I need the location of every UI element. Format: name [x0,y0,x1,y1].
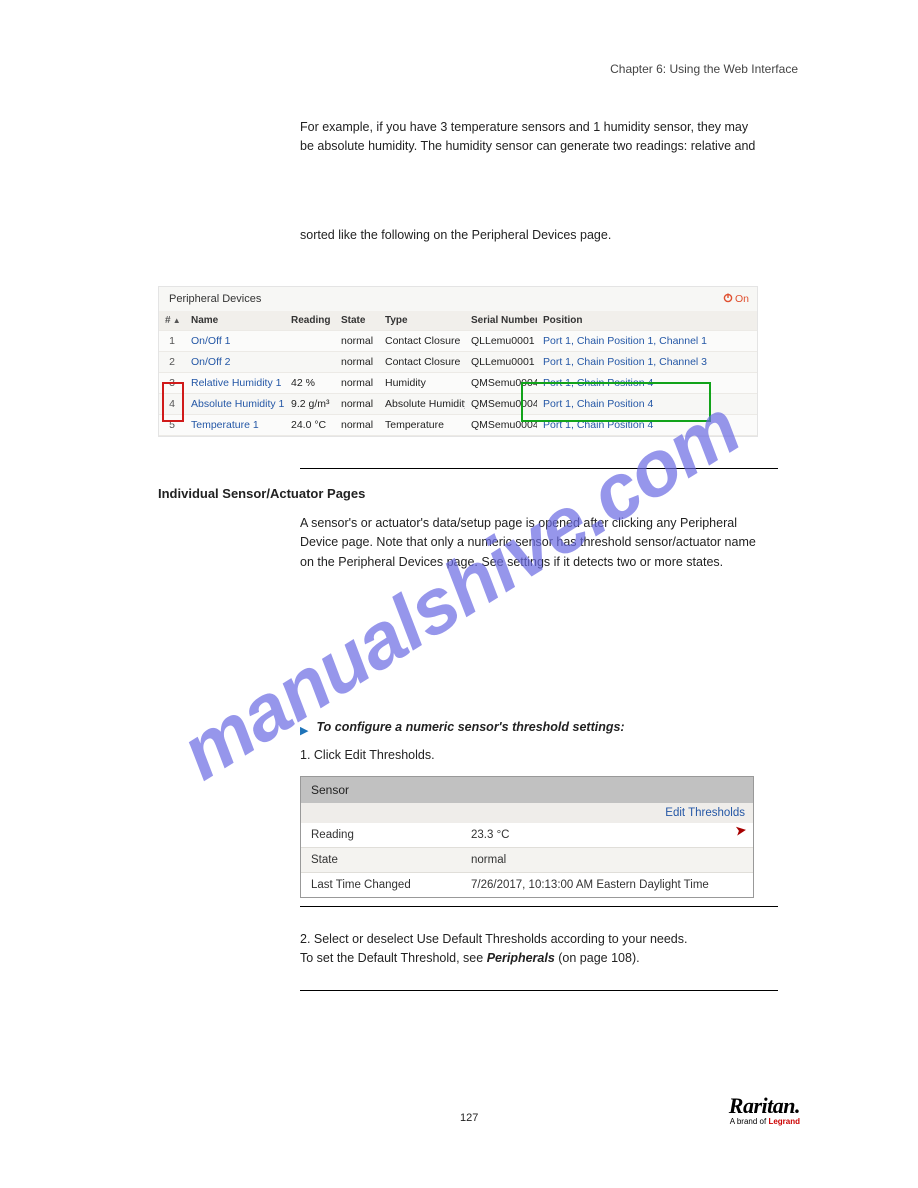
procedure-heading-label: To configure a numeric sensor's threshol… [316,720,624,734]
intro-paragraph-1: For example, if you have 3 temperature s… [300,118,760,157]
row-name[interactable]: Relative Humidity 1 [185,373,285,394]
row-position: Port 1, Chain Position 1, Channel 3 [537,352,757,373]
triangle-bullet-icon: ▶ [300,724,308,737]
annotation-green-box [521,382,711,422]
divider [300,468,778,469]
sensor-row-value: 23.3 °C [461,823,753,847]
sensor-row: Reading23.3 °C [301,823,753,847]
row-type: Contact Closure [379,331,465,352]
step-2: 2. Select or deselect Use Default Thresh… [300,930,760,969]
edit-thresholds-link[interactable]: Edit Thresholds [665,807,745,819]
divider [300,990,778,991]
page-number: 127 [460,1112,478,1124]
row-type: Temperature [379,415,465,436]
peripheral-devices-title: Peripheral Devices [159,287,757,311]
chapter-heading: Chapter 6: Using the Web Interface [610,62,798,76]
section-intro-paragraph: A sensor's or actuator's data/setup page… [300,514,760,572]
col-name[interactable]: Name [185,311,285,331]
sensor-panel-toolbar: Edit Thresholds [301,803,753,823]
row-reading [285,331,335,352]
row-serial: QLLemu0001 [465,352,537,373]
row-state: normal [335,331,379,352]
procedure-heading: ▶ To configure a numeric sensor's thresh… [300,720,625,737]
row-reading: 42 % [285,373,335,394]
row-type: Absolute Humidity [379,394,465,415]
cursor-icon: ➤ [734,821,748,839]
row-state: normal [335,394,379,415]
intro-paragraph-2: sorted like the following on the Periphe… [300,226,760,245]
row-name[interactable]: On/Off 1 [185,331,285,352]
sensor-row: Last Time Changed7/26/2017, 10:13:00 AM … [301,872,753,897]
step-1: 1. Click Edit Thresholds. [300,746,760,765]
sensor-panel: Sensor Edit Thresholds Reading23.3 °CSta… [300,776,754,898]
row-state: normal [335,373,379,394]
row-reading [285,352,335,373]
row-reading: 9.2 g/m³ [285,394,335,415]
section-title: Individual Sensor/Actuator Pages [158,486,365,501]
footer-brand: Raritan. A brand of Legrand [729,1093,800,1126]
table-row[interactable]: 2On/Off 2 normalContact ClosureQLLemu0001… [159,352,757,373]
power-icon [723,293,733,303]
brand-tagline: A brand of Legrand [729,1117,800,1126]
cross-reference: Peripherals [487,951,555,965]
row-type: Humidity [379,373,465,394]
row-type: Contact Closure [379,352,465,373]
col-serial[interactable]: Serial Number [465,311,537,331]
sensor-row-label: Last Time Changed [301,873,461,897]
sensor-row-label: State [301,848,461,872]
sensor-row-value: 7/26/2017, 10:13:00 AM Eastern Daylight … [461,873,753,897]
divider [300,906,778,907]
col-number[interactable]: # [159,311,185,331]
col-position[interactable]: Position [537,311,757,331]
sensor-panel-title: Sensor [301,777,753,803]
sensor-row-label: Reading [301,823,461,847]
row-number: 1 [159,331,185,352]
row-name[interactable]: Absolute Humidity 1 [185,394,285,415]
col-state[interactable]: State [335,311,379,331]
row-reading: 24.0 °C [285,415,335,436]
power-on-indicator[interactable]: On [723,293,749,305]
row-position: Port 1, Chain Position 1, Channel 1 [537,331,757,352]
row-state: normal [335,415,379,436]
row-serial: QLLemu0001 [465,331,537,352]
row-number: 2 [159,352,185,373]
brand-logo-text: Raritan. [729,1093,800,1119]
col-type[interactable]: Type [379,311,465,331]
col-reading[interactable]: Reading [285,311,335,331]
sensor-row: Statenormal [301,847,753,872]
table-row[interactable]: 1On/Off 1 normalContact ClosureQLLemu0001… [159,331,757,352]
row-name[interactable]: Temperature 1 [185,415,285,436]
table-header-row: # Name Reading State Type Serial Number … [159,311,757,331]
annotation-red-box [162,382,184,422]
sensor-row-value: normal [461,848,753,872]
row-state: normal [335,352,379,373]
row-name[interactable]: On/Off 2 [185,352,285,373]
